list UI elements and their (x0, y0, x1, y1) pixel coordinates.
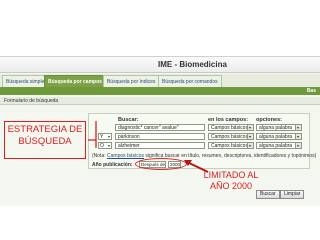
year-limit-line-1: LIMITADO AL (203, 170, 259, 180)
year-limit-annotation: LIMITADO AL AÑO 2000 (196, 170, 266, 192)
strategy-bracket (88, 121, 97, 148)
annotation-arrows (88, 121, 209, 173)
year-limit-line-2: AÑO 2000 (209, 181, 253, 191)
